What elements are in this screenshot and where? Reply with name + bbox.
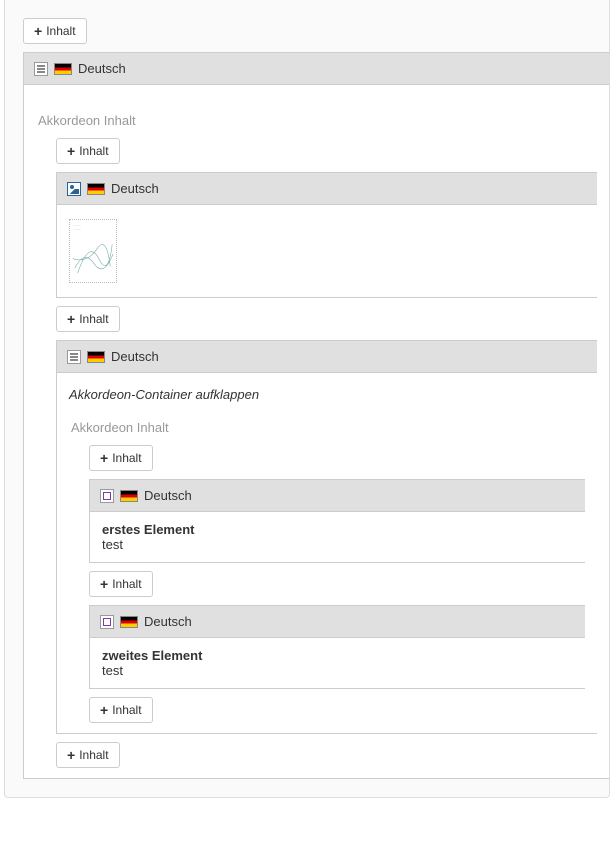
plus-icon: + (67, 312, 75, 326)
plus-icon: + (34, 24, 42, 38)
image-thumbnail[interactable]: ··········· ··········· (69, 219, 117, 283)
block-body: Akkordeon-Container aufklappen Akkordeon… (57, 373, 597, 733)
item-title: zweites Element (102, 648, 573, 663)
add-content-label: Inhalt (79, 144, 108, 158)
flag-de-icon (87, 351, 105, 363)
add-content-label: Inhalt (112, 577, 141, 591)
section-label: Akkordeon Inhalt (71, 420, 585, 435)
svg-text:···········: ··········· (74, 225, 81, 227)
accordion-content-area: + Inhalt Deutsch (69, 445, 585, 723)
flag-de-icon (120, 490, 138, 502)
add-content-label: Inhalt (46, 24, 75, 38)
add-content-button[interactable]: + Inhalt (56, 742, 120, 768)
plus-icon: + (67, 144, 75, 158)
plus-icon: + (100, 703, 108, 717)
block-header[interactable]: Deutsch (57, 173, 597, 205)
add-content-button[interactable]: + Inhalt (23, 18, 87, 44)
add-content-button[interactable]: + Inhalt (89, 571, 153, 597)
content-item-block: Deutsch erstes Element test (89, 479, 585, 563)
lang-label: Deutsch (78, 61, 126, 76)
svg-text:···········: ··········· (74, 229, 81, 231)
add-content-button[interactable]: + Inhalt (56, 138, 120, 164)
expand-hint: Akkordeon-Container aufklappen (69, 387, 585, 402)
image-icon (67, 182, 81, 196)
image-block: Deutsch (56, 172, 597, 298)
block-header[interactable]: Deutsch (90, 480, 585, 512)
block-header[interactable]: Deutsch (57, 341, 597, 373)
accordion-icon (67, 350, 81, 364)
lang-label: Deutsch (144, 614, 192, 629)
add-content-button[interactable]: + Inhalt (56, 306, 120, 332)
editor-panel: + Inhalt Deutsch Akkordeon Inhalt + Inha… (4, 0, 610, 798)
block-body: ··········· ··········· (57, 205, 597, 297)
block-body: zweites Element test (90, 638, 585, 688)
add-content-button[interactable]: + Inhalt (89, 445, 153, 471)
accordion-content-area: + Inhalt Deutsch (36, 138, 597, 768)
accordion-block: Deutsch Akkordeon Inhalt + Inhalt Deutsc… (23, 52, 609, 779)
accordion-icon (34, 62, 48, 76)
flag-de-icon (54, 63, 72, 75)
accordion-block: Deutsch Akkordeon-Container aufklappen A… (56, 340, 597, 734)
item-title: erstes Element (102, 522, 573, 537)
flag-de-icon (120, 616, 138, 628)
block-body: Akkordeon Inhalt + Inhalt Deutsch (24, 85, 609, 778)
lang-label: Deutsch (111, 181, 159, 196)
item-icon (100, 615, 114, 629)
item-body: test (102, 537, 573, 552)
plus-icon: + (100, 577, 108, 591)
add-content-button[interactable]: + Inhalt (89, 697, 153, 723)
add-content-label: Inhalt (112, 703, 141, 717)
add-content-label: Inhalt (112, 451, 141, 465)
block-header[interactable]: Deutsch (90, 606, 585, 638)
item-body: test (102, 663, 573, 678)
lang-label: Deutsch (111, 349, 159, 364)
add-content-label: Inhalt (79, 312, 108, 326)
flag-de-icon (87, 183, 105, 195)
plus-icon: + (100, 451, 108, 465)
lang-label: Deutsch (144, 488, 192, 503)
content-item-block: Deutsch zweites Element test (89, 605, 585, 689)
add-content-label: Inhalt (79, 748, 108, 762)
block-header[interactable]: Deutsch (24, 53, 609, 85)
block-body: erstes Element test (90, 512, 585, 562)
item-icon (100, 489, 114, 503)
section-label: Akkordeon Inhalt (38, 113, 597, 128)
plus-icon: + (67, 748, 75, 762)
